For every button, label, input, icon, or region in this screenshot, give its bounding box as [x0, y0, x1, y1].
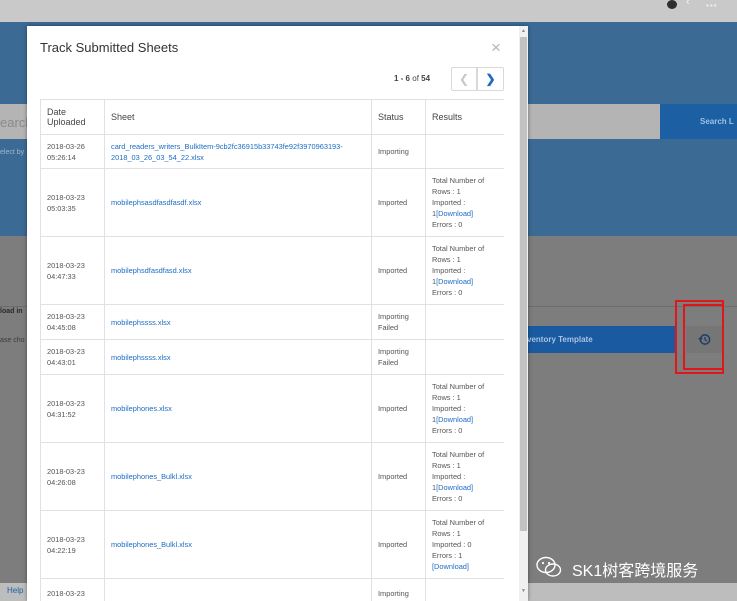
select-by-label: elect by [0, 149, 25, 156]
wechat-logo-icon [536, 556, 562, 577]
apps-grid-icon[interactable]: ▪▪▪ [706, 1, 720, 11]
table-row: 2018-03-23 05:03:35 mobilephsasdfasdfasdf… [40, 168, 504, 237]
table-header-row: Date Uploaded Sheet Status Results [40, 99, 504, 135]
table-row: 2018-03-26 05:26:14 card_readers_writers_… [40, 134, 504, 169]
top-bar-icons: ‹ ▪▪▪ [664, 0, 737, 12]
sheet-link[interactable]: mobilephsasdfasdfasdf.xlsx [104, 168, 372, 237]
download-link[interactable]: [Download] [436, 209, 473, 218]
status-cell: Imported [371, 510, 426, 579]
status-cell: Importing Failed [371, 339, 426, 375]
prev-page-button[interactable]: ❮ [451, 67, 477, 91]
submissions-table-container: Date Uploaded Sheet Status Results 2018-… [40, 99, 504, 601]
status-cell: Imported [371, 168, 426, 237]
scroll-thumb[interactable] [520, 37, 527, 531]
status-cell: Importing [371, 578, 426, 601]
pagination-of: of [412, 74, 419, 83]
column-header-results: Results [425, 99, 504, 135]
close-icon[interactable]: × [491, 39, 501, 56]
result-line: Total Number of Rows : 1 [432, 450, 485, 470]
result-line: Errors : 0 [432, 220, 463, 229]
upload-date-cell: 2018-03-23 04:26:08 [40, 442, 105, 511]
upload-date-cell: 2018-03-23 04:31:52 [40, 374, 105, 443]
upload-date-cell: 2018-03-26 05:26:14 [40, 134, 105, 169]
table-row: 2018-03-23 04:31:52 mobilephones.xlsx Impo… [40, 374, 504, 443]
track-submitted-sheets-modal: Track Submitted Sheets × 1 - 6 of 54 ❮ ❯… [27, 26, 528, 601]
sheet-link[interactable]: card_readers_writers_BulkItem-9cb2fc3691… [104, 134, 372, 169]
status-cell: Imported [371, 442, 426, 511]
modal-title: Track Submitted Sheets [40, 40, 179, 55]
upload-date-cell: 2018-03-23 04:47:33 [40, 236, 105, 305]
results-cell: Total Number of Rows : 1 Imported : 0 Erro… [425, 510, 504, 579]
status-cell: Imported [371, 374, 426, 443]
results-cell: Total Number of Rows : 1 Imported : 1[Dow… [425, 442, 504, 511]
upload-section-title: load in [0, 308, 23, 315]
highlight-box-inner [683, 304, 724, 370]
status-cell: Imported [371, 236, 426, 305]
results-cell [425, 339, 504, 375]
download-link[interactable]: [Download] [436, 483, 473, 492]
inventory-template-button[interactable]: ventory Template [519, 326, 677, 353]
table-row: 2018-03-23 04:47:33 mobilephsdfasdfasd.xl… [40, 236, 504, 305]
results-cell [425, 304, 504, 340]
upload-date-cell: 2018-03-23 05:03:35 [40, 168, 105, 237]
sheet-link[interactable]: mobilephones.xlsx [104, 374, 372, 443]
results-cell: Total Number of Rows : 1 Imported : 1[Dow… [425, 236, 504, 305]
scroll-up-icon[interactable]: ▲ [519, 28, 528, 34]
result-line: Imported : 0 [432, 540, 472, 549]
results-cell [425, 578, 504, 601]
download-link[interactable]: [Download] [432, 562, 469, 571]
results-cell: Total Number of Rows : 1 Imported : 1[Dow… [425, 374, 504, 443]
pagination-range: 1 - 6 [394, 74, 411, 83]
upload-date-cell: 2018-03-23 04:45:08 [40, 304, 105, 340]
column-header-sheet: Sheet [104, 99, 372, 135]
scroll-down-icon[interactable]: ▼ [519, 588, 528, 594]
chevron-left-icon[interactable]: ‹ [686, 0, 690, 8]
upload-date-cell: 2018-03-23 [40, 578, 105, 601]
sheet-link[interactable]: mobilephssss.xlsx [104, 304, 372, 340]
watermark-text: SK1树客跨境服务 [572, 563, 699, 580]
result-line: Errors : 0 [432, 426, 463, 435]
result-line: Total Number of Rows : 1 [432, 518, 485, 538]
table-row: 2018-03-23 Importing [40, 578, 504, 601]
results-cell [425, 134, 504, 169]
result-line: Errors : 1 [432, 551, 463, 560]
table-row: 2018-03-23 04:43:01 mobilephssss.xlsx Impo… [40, 339, 504, 375]
modal-scrollbar[interactable]: ▲ ▼ [519, 26, 528, 601]
result-line: Errors : 0 [432, 288, 463, 297]
upload-date-cell: 2018-03-23 04:22:19 [40, 510, 105, 579]
column-header-status: Status [371, 99, 426, 135]
sheet-link[interactable]: mobilephones_Bulkl.xlsx [104, 442, 372, 511]
column-header-date: Date Uploaded [40, 99, 105, 135]
choose-file-label: ase cho [0, 337, 25, 344]
search-button[interactable]: Search L [660, 104, 737, 139]
download-link[interactable]: [Download] [436, 277, 473, 286]
result-line: Errors : 0 [432, 494, 463, 503]
result-line: Total Number of Rows : 1 [432, 176, 485, 196]
table-row: 2018-03-23 04:26:08 mobilephones_Bulkl.xl… [40, 442, 504, 511]
notification-icon[interactable] [667, 0, 677, 9]
upload-date-cell: 2018-03-23 04:43:01 [40, 339, 105, 375]
sheet-link[interactable]: mobilephones_Bulkl.xlsx [104, 510, 372, 579]
table-row: 2018-03-23 04:22:19 mobilephones_Bulkl.xl… [40, 510, 504, 579]
help-link[interactable]: Help [7, 586, 23, 595]
status-cell: Importing [371, 134, 426, 169]
result-line: Total Number of Rows : 1 [432, 382, 485, 402]
result-line: Total Number of Rows : 1 [432, 244, 485, 264]
sheet-link[interactable] [104, 578, 372, 601]
status-cell: Importing Failed [371, 304, 426, 340]
next-page-button[interactable]: ❯ [477, 67, 504, 91]
sheet-link[interactable]: mobilephssss.xlsx [104, 339, 372, 375]
download-link[interactable]: [Download] [436, 415, 473, 424]
pagination-total: 54 [421, 74, 431, 83]
table-row: 2018-03-23 04:45:08 mobilephssss.xlsx Impo… [40, 304, 504, 340]
submissions-table: Date Uploaded Sheet Status Results 2018-… [40, 99, 504, 601]
results-cell: Total Number of Rows : 1 Imported : 1[Dow… [425, 168, 504, 237]
sheet-link[interactable]: mobilephsdfasdfasd.xlsx [104, 236, 372, 305]
top-bar [0, 0, 737, 27]
pagination-info: 1 - 6 of 54 [394, 74, 430, 83]
